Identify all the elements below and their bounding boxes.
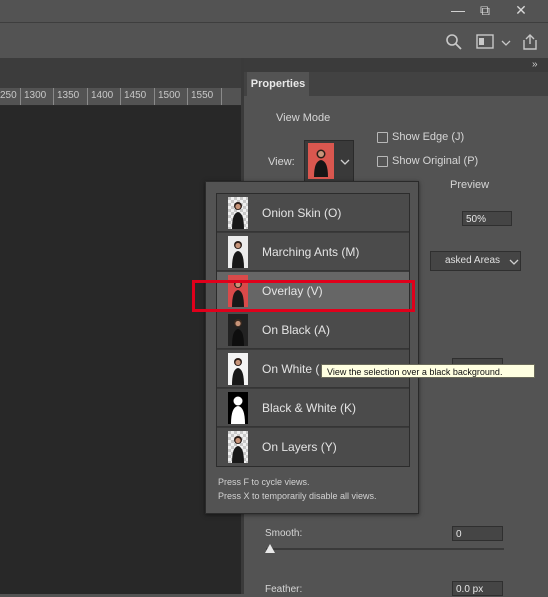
view-option-label: On Layers (Y) [262,440,337,454]
ruler-label: 1300 [24,90,47,101]
view-mode-list: Onion Skin (O) Marching Ants (M) Overlay… [216,193,410,467]
ruler-label: 250 [0,90,17,101]
close-button[interactable]: ✕ [506,0,536,20]
view-option-marching-ants[interactable]: Marching Ants (M) [217,233,409,271]
on-white-thumbnail [228,353,248,385]
on-black-thumbnail [228,314,248,346]
ruler-tick [120,88,121,105]
view-option-label: Onion Skin (O) [262,206,342,220]
disable-hint: Press X to temporarily disable all views… [218,491,377,501]
panel-collapse-bar[interactable] [244,58,548,72]
view-option-label: Marching Ants (M) [262,245,360,259]
ruler-tick [221,88,222,105]
collapse-icon[interactable]: » [532,59,538,70]
view-option-label: On Black (A) [262,323,331,337]
view-option-black-white[interactable]: Black & White (K) [217,389,409,427]
onion-skin-thumbnail [228,197,248,229]
view-thumbnail [308,143,334,179]
minimize-button[interactable]: — [443,0,473,20]
view-option-on-layers[interactable]: On Layers (Y) [217,428,409,466]
ruler-label: 1450 [124,90,147,101]
selection-highlight-box [192,280,415,312]
options-bar [0,22,548,60]
view-option-on-black[interactable]: On Black (A) [217,311,409,349]
ruler-tick [53,88,54,105]
show-original-checkbox[interactable] [377,156,388,167]
ruler-tick [87,88,88,105]
smooth-slider-track[interactable] [266,548,504,550]
black-white-thumbnail [228,392,248,424]
marching-ants-thumbnail [228,236,248,268]
restore-button[interactable]: ⧉ [470,0,500,20]
smooth-label: Smooth: [265,528,303,539]
view-option-onion-skin[interactable]: Onion Skin (O) [217,194,409,232]
smooth-slider-handle[interactable] [265,544,275,554]
view-label: View: [268,156,295,168]
document-tab-bar [0,58,241,88]
cycle-hint: Press F to cycle views. [218,477,310,487]
show-edge-checkbox[interactable] [377,132,388,143]
search-icon[interactable] [445,33,463,51]
ruler-label: 1400 [91,90,114,101]
ruler-tick [154,88,155,105]
tooltip: View the selection over a black backgrou… [321,364,535,378]
workspace-icon[interactable] [476,33,496,51]
view-option-label: On White ( [262,362,320,376]
chevron-down-icon[interactable] [501,38,511,46]
opacity-field[interactable]: 50% [462,211,512,226]
view-option-label: Black & White (K) [262,401,357,415]
feather-label: Feather: [265,584,303,595]
horizontal-ruler: 250 1300 1350 1400 1450 1500 1550 [0,88,241,106]
ruler-label: 1350 [57,90,80,101]
ruler-label: 1550 [191,90,214,101]
smooth-field[interactable]: 0 [452,526,503,541]
preview-label: Preview [450,179,490,191]
share-icon[interactable] [520,32,540,52]
on-layers-thumbnail [228,431,248,463]
chevron-down-icon [509,257,519,265]
show-edge-label: Show Edge (J) [392,131,465,143]
chevron-down-icon [340,157,350,165]
ruler-tick [20,88,21,105]
show-original-label: Show Original (P) [392,155,479,167]
view-mode-heading: View Mode [276,112,331,124]
ruler-tick [187,88,188,105]
masked-areas-value: asked Areas [445,255,501,266]
ruler-label: 1500 [158,90,181,101]
tab-properties[interactable]: Properties [247,72,309,96]
